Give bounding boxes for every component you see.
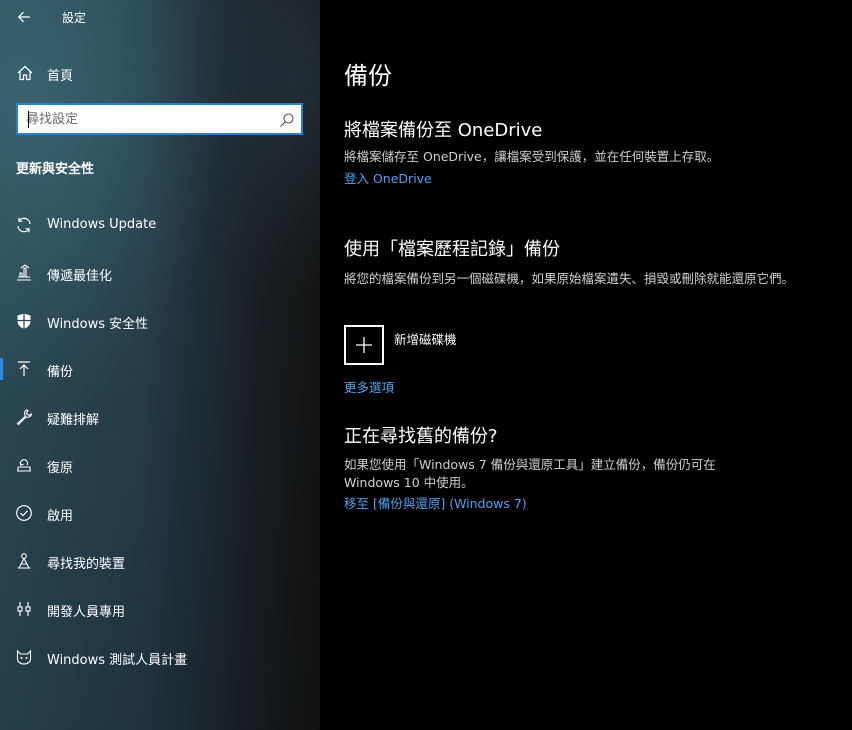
delivery-optimization-icon [17,264,31,281]
nav-item-windows-update[interactable]: Windows Update [0,201,320,249]
active-indicator [0,358,3,380]
nav-label: 啟用 [47,509,74,524]
file-history-heading: 使用「檔案歷程記錄」備份 [344,239,560,260]
main-content: 備份 將檔案備份至 OneDrive 將檔案儲存至 OneDrive，讓檔案受到… [320,0,852,730]
plus-icon [356,337,372,353]
text-caret [28,111,29,128]
nav-label: 開發人員專用 [47,605,126,620]
insider-cat-icon [16,649,32,665]
more-options-link[interactable]: 更多選項 [344,377,394,396]
back-button[interactable] [10,4,38,30]
nav-label: 備份 [47,365,74,380]
nav-item-windows-insider[interactable]: Windows 測試人員計畫 [0,633,320,681]
back-arrow-icon [17,11,30,23]
nav-item-recovery[interactable]: 復原 [0,441,320,489]
title-bar: 設定 [0,0,320,34]
nav-item-activation[interactable]: 啟用 [0,489,320,537]
find-device-icon [17,553,31,569]
add-drive-label[interactable]: 新增磁碟機 [394,329,457,348]
activation-check-icon [16,505,32,521]
nav-item-find-my-device[interactable]: 尋找我的裝置 [0,537,320,585]
onedrive-description: 將檔案儲存至 OneDrive，讓檔案受到保護，並在任何裝置上存取。 [344,149,720,164]
nav-label: 尋找我的裝置 [47,557,126,572]
section-title: 更新與安全性 [16,162,95,177]
sync-icon [17,217,31,233]
add-drive-button[interactable] [344,325,384,365]
onedrive-signin-link[interactable]: 登入 OneDrive [344,168,432,187]
nav-list: Windows Update 傳遞最佳化 Windows 安全性 備份 疑難排解… [0,201,320,681]
sidebar: 設定 首頁 更新與安全性 Windows [0,0,320,730]
page-title: 備份 [344,62,392,90]
old-backup-description: 如果您使用「Windows 7 備份與還原工具」建立備份，備份仍可在 Windo… [344,457,716,490]
search-box[interactable] [16,103,303,135]
backup-restore-link[interactable]: 移至 [備份與還原] (Windows 7) [344,493,527,512]
nav-item-troubleshoot[interactable]: 疑難排解 [0,393,320,441]
wrench-icon [16,409,33,426]
nav-label: Windows Update [47,217,157,232]
developer-icon [17,602,31,616]
home-label: 首頁 [47,69,74,84]
nav-label: Windows 安全性 [47,317,149,332]
onedrive-heading: 將檔案備份至 OneDrive [344,120,543,141]
nav-label: Windows 測試人員計畫 [47,653,188,668]
nav-item-windows-security[interactable]: Windows 安全性 [0,297,320,345]
app-title: 設定 [62,11,87,25]
nav-item-developers[interactable]: 開發人員專用 [0,585,320,633]
nav-home[interactable]: 首頁 [0,58,320,88]
file-history-description: 將您的檔案備份到另一個磁碟機，如果原始檔案遺失、損毀或刪除就能還原它們。 [344,271,795,286]
nav-label: 復原 [47,461,74,476]
home-icon [17,65,33,81]
nav-item-delivery-optimization[interactable]: 傳遞最佳化 [0,249,320,297]
search-input[interactable] [26,110,276,128]
old-backup-heading: 正在尋找舊的備份? [344,426,498,447]
nav-label: 疑難排解 [47,413,100,428]
recovery-icon [17,459,31,472]
search-icon[interactable] [279,112,295,128]
shield-icon [17,313,31,329]
backup-arrow-icon [18,361,30,376]
nav-label: 傳遞最佳化 [47,269,113,284]
nav-item-backup[interactable]: 備份 [0,345,320,393]
